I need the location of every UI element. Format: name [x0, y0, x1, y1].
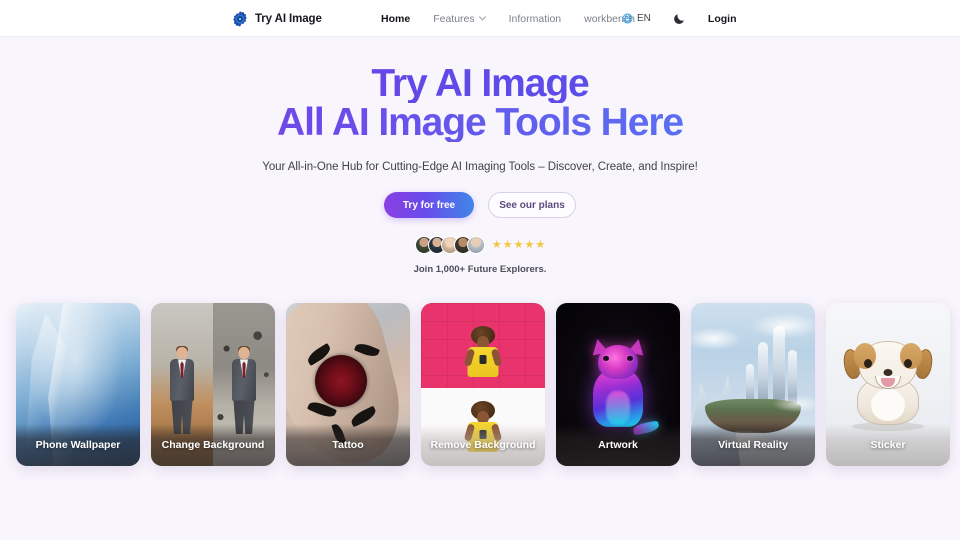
login-button[interactable]: Login [708, 13, 737, 25]
nav-links: Home Features Information workbench [381, 0, 635, 37]
moon-icon[interactable] [673, 12, 686, 25]
page-title: Try AI Image All AI Image Tools Here [0, 64, 960, 142]
nav-item-features[interactable]: Features [433, 12, 486, 25]
hero-title-line-1: Try AI Image [0, 64, 960, 103]
nav-item-information[interactable]: Information [509, 13, 562, 25]
tool-card-tattoo[interactable]: Tattoo [286, 303, 410, 466]
top-navbar: Try AI Image Home Features Information w… [0, 0, 960, 37]
tool-card-virtual-reality[interactable]: Virtual Reality [691, 303, 815, 466]
star-icon: ★ [502, 238, 513, 251]
brand-logo[interactable]: Try AI Image [231, 0, 322, 37]
hero-title-line-2: All AI Image Tools Here [0, 103, 960, 142]
avatar [466, 236, 485, 254]
card-label: Virtual Reality [691, 424, 815, 466]
star-icon: ★ [513, 238, 524, 251]
card-label: Phone Wallpaper [16, 424, 140, 466]
chevron-down-icon [478, 16, 486, 21]
hero-section: Try AI Image All AI Image Tools Here You… [0, 37, 960, 275]
tool-card-sticker[interactable]: Sticker [826, 303, 950, 466]
see-our-plans-button[interactable]: See our plans [488, 192, 576, 218]
card-label: Change Background [151, 424, 275, 466]
nav-item-home[interactable]: Home [381, 13, 410, 25]
nav-item-home-label: Home [381, 12, 411, 25]
language-code: EN [637, 13, 651, 24]
try-for-free-button[interactable]: Try for free [384, 192, 474, 218]
brand-name: Try AI Image [255, 12, 322, 25]
globe-icon [622, 13, 633, 24]
language-switcher[interactable]: EN [622, 13, 651, 24]
star-icon: ★ [535, 238, 546, 251]
tool-card-change-background[interactable]: Change Background [151, 303, 275, 466]
avatar-group [414, 236, 485, 254]
hero-cta-row: Try for free See our plans [0, 192, 960, 218]
tool-card-artwork[interactable]: Artwork [556, 303, 680, 466]
card-label: Remove Background [421, 424, 545, 466]
star-icon: ★ [524, 238, 535, 251]
hero-subtitle: Your All-in-One Hub for Cutting-Edge AI … [262, 161, 698, 173]
nav-item-information-label: Information [508, 12, 562, 25]
tool-card-remove-background[interactable]: Remove Background [421, 303, 545, 466]
social-proof-row: ★ ★ ★ ★ ★ [0, 236, 960, 254]
card-label: Sticker [826, 424, 950, 466]
tool-card-row: Phone Wallpaper Change Background Tattoo [16, 303, 950, 466]
card-label: Tattoo [286, 424, 410, 466]
star-rating: ★ ★ ★ ★ ★ [491, 238, 546, 251]
card-label: Artwork [556, 424, 680, 466]
navbar-right-actions: EN Login [622, 0, 736, 37]
star-icon: ★ [491, 238, 502, 251]
gear-logo-icon [233, 10, 247, 27]
tool-card-phone-wallpaper[interactable]: Phone Wallpaper [16, 303, 140, 466]
join-count-text: Join 1,000+ Future Explorers. [413, 264, 547, 275]
nav-item-features-label: Features [433, 12, 475, 25]
